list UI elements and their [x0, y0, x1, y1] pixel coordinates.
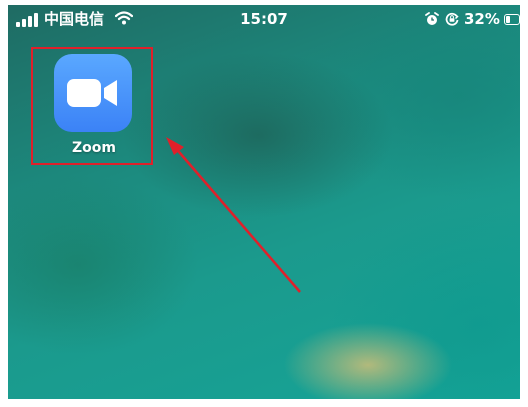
phone-screen: 中国电信 15:07 32% Zoom	[8, 5, 520, 399]
annotation-arrow	[166, 137, 301, 293]
